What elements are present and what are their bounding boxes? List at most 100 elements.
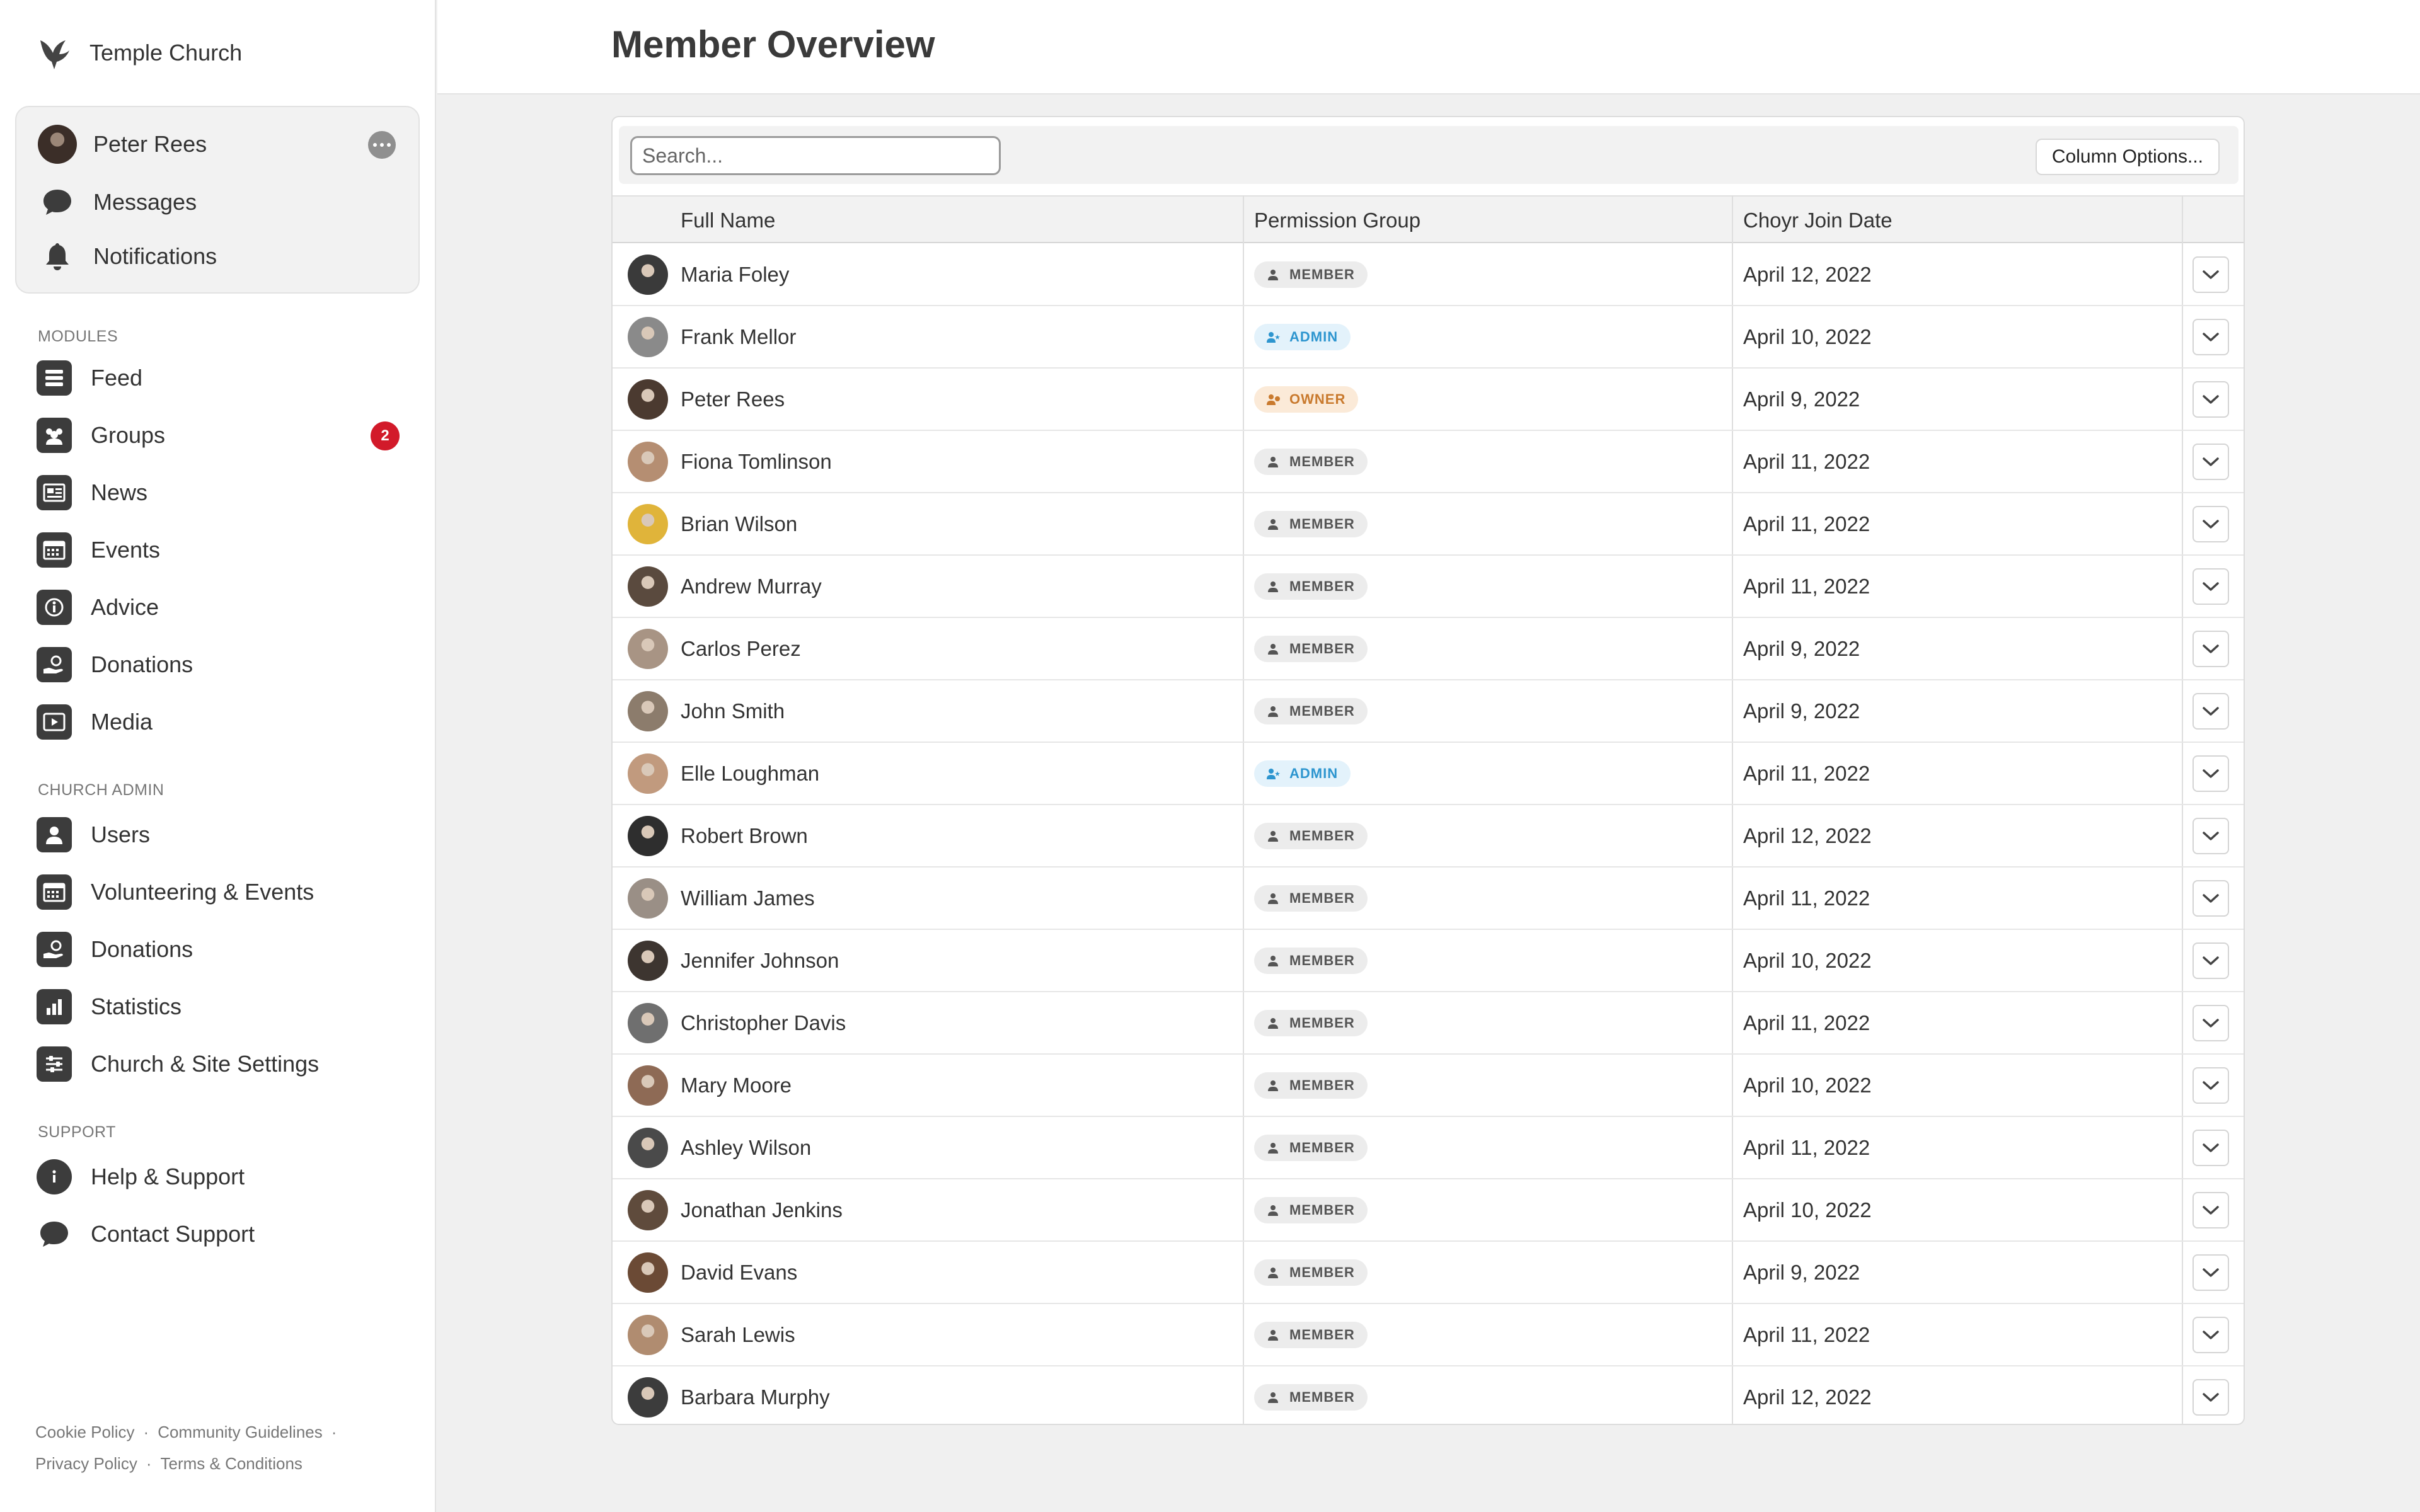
join-date-cell: April 10, 2022 [1743, 1073, 1872, 1097]
table-row[interactable]: Fiona Tomlinson MEMBER April 11, 2022 [613, 431, 2244, 493]
sidebar-item-events[interactable]: Events [37, 527, 402, 573]
row-expand-button[interactable] [2192, 942, 2229, 979]
permission-group-cell: MEMBER [1254, 868, 1368, 929]
permission-group-cell: MEMBER [1254, 244, 1368, 305]
table-row[interactable]: Andrew Murray MEMBER April 11, 2022 [613, 556, 2244, 618]
terms-conditions-link[interactable]: Terms & Conditions [161, 1454, 302, 1473]
row-expand-button[interactable] [2192, 880, 2229, 917]
cookie-policy-link[interactable]: Cookie Policy [35, 1423, 135, 1441]
row-expand-button[interactable] [2192, 1317, 2229, 1353]
chevron-down-icon [2203, 1081, 2219, 1090]
row-expand-button[interactable] [2192, 381, 2229, 418]
row-expand-button[interactable] [2192, 1254, 2229, 1291]
table-row[interactable]: Ashley Wilson MEMBER April 11, 2022 [613, 1117, 2244, 1179]
sidebar-item-admin-donations[interactable]: Donations [37, 927, 402, 972]
brand[interactable]: Temple Church [35, 30, 242, 76]
permission-badge: MEMBER [1254, 822, 1368, 849]
full-name-cell: Maria Foley [681, 262, 790, 286]
admin-icon [1265, 766, 1289, 781]
table-row[interactable]: William James MEMBER April 11, 2022 [613, 868, 2244, 930]
table-row[interactable]: Brian Wilson MEMBER April 11, 2022 [613, 493, 2244, 556]
row-expand-button[interactable] [2192, 631, 2229, 667]
privacy-policy-link[interactable]: Privacy Policy [35, 1454, 137, 1473]
row-expand-button[interactable] [2192, 1005, 2229, 1041]
statistics-icon [37, 989, 72, 1024]
row-expand-button[interactable] [2192, 1192, 2229, 1228]
sidebar-item-label: Statistics [91, 994, 182, 1019]
member-icon [1265, 953, 1289, 968]
page-title: Member Overview [611, 23, 935, 66]
sidebar-item-help[interactable]: Help & Support [37, 1154, 402, 1200]
column-header-join-date[interactable]: Choyr Join Date [1743, 197, 1893, 244]
member-icon [1265, 579, 1289, 594]
row-expand-button[interactable] [2192, 1130, 2229, 1166]
chevron-down-icon [2203, 832, 2219, 840]
row-expand-button[interactable] [2192, 444, 2229, 480]
permission-badge: MEMBER [1254, 573, 1368, 600]
full-name-cell: William James [681, 886, 815, 910]
table-row[interactable]: David Evans MEMBER April 9, 2022 [613, 1242, 2244, 1304]
sidebar-item-contact-support[interactable]: Contact Support [37, 1211, 402, 1257]
column-header-full-name[interactable]: Full Name [681, 197, 775, 244]
row-expand-button[interactable] [2192, 818, 2229, 854]
sidebar-item-volunteering[interactable]: Volunteering & Events [37, 869, 402, 915]
table-row[interactable]: John Smith MEMBER April 9, 2022 [613, 680, 2244, 743]
sidebar-item-media[interactable]: Media [37, 699, 402, 745]
column-options-button[interactable]: Column Options... [2035, 139, 2220, 175]
sidebar-item-feed[interactable]: Feed [37, 355, 402, 401]
table-row[interactable]: Christopher Davis MEMBER April 11, 2022 [613, 992, 2244, 1055]
sidebar-item-settings[interactable]: Church & Site Settings [37, 1041, 402, 1087]
row-expand-button[interactable] [2192, 1379, 2229, 1416]
permission-label: MEMBER [1289, 515, 1355, 532]
sidebar-item-label: Donations [91, 936, 193, 962]
search-input[interactable] [630, 136, 1001, 175]
column-header-permission-group[interactable]: Permission Group [1254, 197, 1420, 244]
table-row[interactable]: Jennifer Johnson MEMBER April 10, 2022 [613, 930, 2244, 992]
row-expand-button[interactable] [2192, 1067, 2229, 1104]
member-icon [1265, 517, 1289, 532]
permission-group-cell: MEMBER [1254, 1117, 1368, 1178]
row-expand-button[interactable] [2192, 568, 2229, 605]
sidebar-item-users[interactable]: Users [37, 812, 402, 857]
permission-badge: MEMBER [1254, 885, 1368, 912]
notifications-link[interactable]: Notifications [38, 236, 217, 277]
profile-link[interactable]: Peter Rees [38, 123, 207, 165]
join-date-cell: April 9, 2022 [1743, 636, 1860, 660]
join-date-cell: April 10, 2022 [1743, 948, 1872, 972]
sidebar-item-news[interactable]: News [37, 470, 402, 515]
table-row[interactable]: Carlos Perez MEMBER April 9, 2022 [613, 618, 2244, 680]
permission-label: MEMBER [1289, 1014, 1355, 1031]
community-guidelines-link[interactable]: Community Guidelines [158, 1423, 323, 1441]
join-date-cell: April 12, 2022 [1743, 823, 1872, 847]
permission-badge: MEMBER [1254, 947, 1368, 974]
table-row[interactable]: Sarah Lewis MEMBER April 11, 2022 [613, 1304, 2244, 1366]
row-expand-button[interactable] [2192, 506, 2229, 542]
permission-label: ADMIN [1289, 328, 1339, 345]
permission-badge: MEMBER [1254, 1134, 1368, 1161]
full-name-cell: Ashley Wilson [681, 1135, 812, 1159]
row-expand-button[interactable] [2192, 319, 2229, 355]
table-row[interactable]: Mary Moore MEMBER April 10, 2022 [613, 1055, 2244, 1117]
table-row[interactable]: Maria Foley MEMBER April 12, 2022 [613, 244, 2244, 306]
chevron-down-icon [2203, 1268, 2219, 1277]
table-row[interactable]: Barbara Murphy MEMBER April 12, 2022 [613, 1366, 2244, 1424]
table-row[interactable]: Robert Brown MEMBER April 12, 2022 [613, 805, 2244, 868]
table-row[interactable]: Frank Mellor ADMIN April 10, 2022 [613, 306, 2244, 369]
row-expand-button[interactable] [2192, 693, 2229, 730]
sidebar-item-statistics[interactable]: Statistics [37, 984, 402, 1029]
permission-badge: OWNER [1254, 386, 1359, 413]
sidebar-item-advice[interactable]: Advice [37, 585, 402, 630]
permission-badge: MEMBER [1254, 448, 1368, 475]
full-name-cell: Jennifer Johnson [681, 948, 839, 972]
row-expand-button[interactable] [2192, 755, 2229, 792]
table-row[interactable]: Peter Rees OWNER April 9, 2022 [613, 369, 2244, 431]
sidebar-item-groups[interactable]: Groups 2 [37, 413, 402, 458]
page-header: Member Overview [437, 0, 2420, 94]
table-row[interactable]: Elle Loughman ADMIN April 11, 2022 [613, 743, 2244, 805]
more-options-button[interactable] [368, 131, 396, 159]
row-expand-button[interactable] [2192, 256, 2229, 293]
full-name-cell: Robert Brown [681, 823, 808, 847]
messages-link[interactable]: Messages [38, 181, 197, 223]
table-row[interactable]: Jonathan Jenkins MEMBER April 10, 2022 [613, 1179, 2244, 1242]
sidebar-item-donations[interactable]: Donations [37, 642, 402, 687]
